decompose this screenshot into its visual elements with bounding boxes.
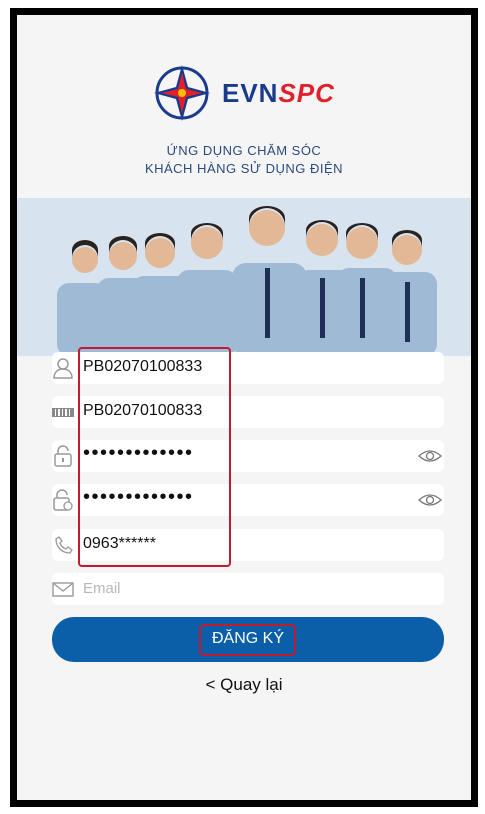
tagline-line1: ỨNG DỤNG CHĂM SÓC [166,143,322,158]
email-placeholder: Email [83,580,121,597]
lock-icon [54,445,72,467]
email-field[interactable]: Email [52,573,444,605]
register-highlight-box [199,624,296,656]
highlight-box [78,347,231,567]
lock-refresh-icon [53,489,73,511]
app-screen: EVNSPC ỨNG DỤNG CHĂM SÓC KHÁCH HÀNG SỬ D… [17,15,471,800]
eye-icon[interactable] [418,490,442,510]
brand-evn: EVN [222,78,279,108]
barcode-icon [52,408,74,417]
user-icon [53,358,73,379]
brand-spc: SPC [278,78,335,108]
back-link[interactable]: < Quay lại [17,675,471,695]
tagline-line2: KHÁCH HÀNG SỬ DỤNG ĐIỆN [144,161,344,176]
mail-icon [52,582,74,597]
eye-icon[interactable] [418,446,442,466]
device-frame: EVNSPC ỨNG DỤNG CHĂM SÓC KHÁCH HÀNG SỬ D… [0,0,485,814]
staff-photo [17,198,471,356]
brand-name: EVNSPC [222,78,335,109]
phone-icon [55,536,73,554]
